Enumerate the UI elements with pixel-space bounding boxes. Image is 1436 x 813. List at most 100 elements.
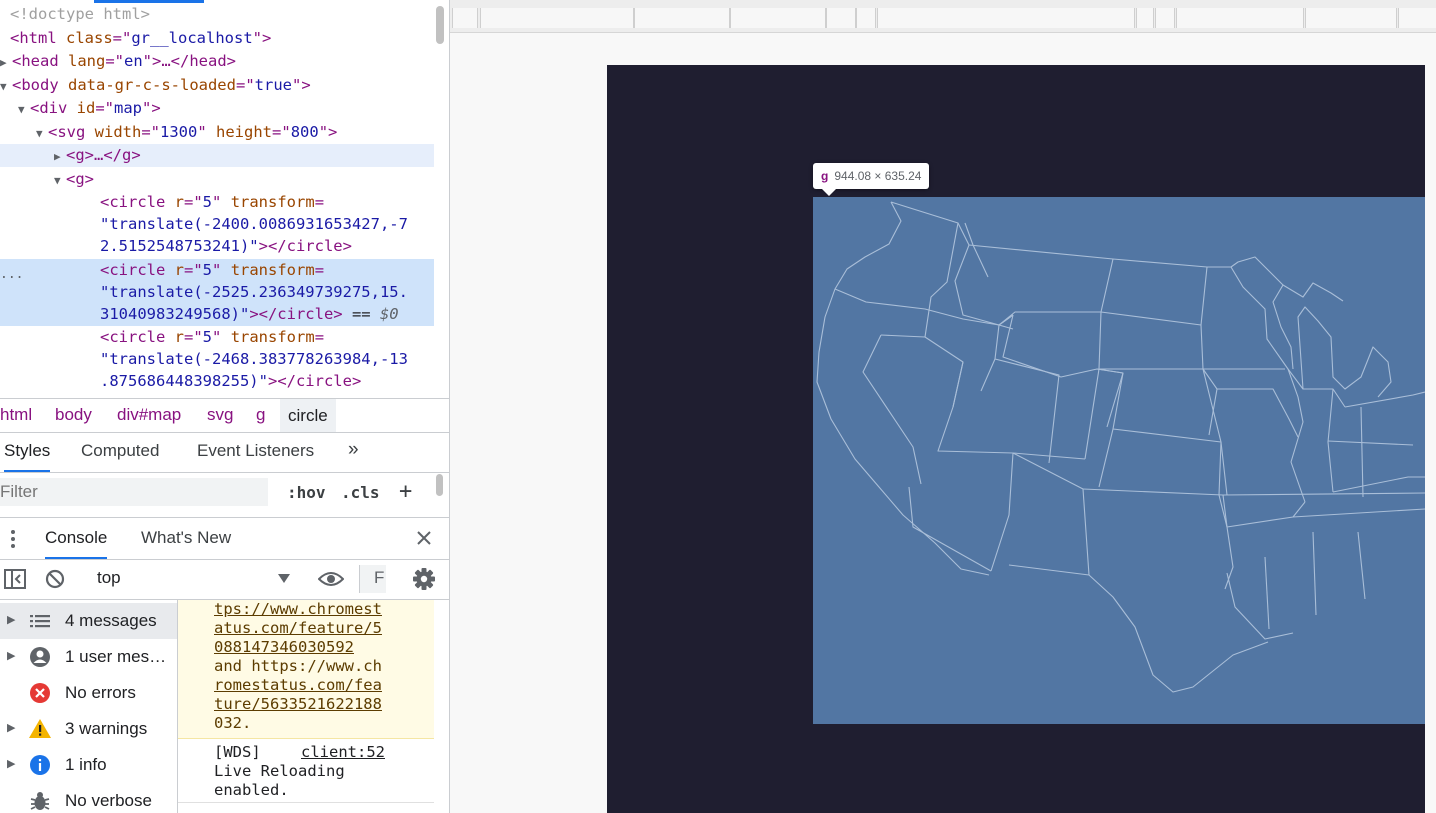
breadcrumb-svg[interactable]: svg [207, 405, 233, 425]
context-selector[interactable]: top [97, 568, 121, 588]
dom-token: map [114, 99, 143, 117]
dom-tree-line[interactable]: "translate(-2525.236349739275,15. [0, 281, 434, 304]
dom-token: =" [235, 76, 255, 94]
sidebar-item-user-messages[interactable]: ▶ 1 user mes… [0, 639, 177, 675]
sidebar-item-info[interactable]: ▶ 1 info [0, 747, 177, 783]
styles-filter-input[interactable] [0, 478, 268, 506]
hov-button[interactable]: :hov [287, 483, 326, 502]
sidebar-item-verbose[interactable]: No verbose [0, 783, 177, 813]
collapse-icon[interactable]: ▼ [36, 122, 48, 145]
dom-token: ></circle> [267, 372, 362, 390]
elements-tree[interactable]: <!doctype html> <html class="gr__localhos… [0, 0, 434, 397]
more-tabs-button[interactable]: » [348, 439, 359, 461]
tab-console[interactable]: Console [45, 528, 108, 559]
dom-tree-line[interactable]: <!doctype html> [0, 3, 434, 26]
warning-text-line[interactable]: atus.com/feature/5 [214, 619, 382, 638]
dom-token: "> [252, 29, 272, 47]
dom-tree-line[interactable]: ▼ <div id="map"> [0, 97, 434, 120]
warning-text-line[interactable]: 032. [214, 714, 251, 733]
dom-token: <!doctype html> [10, 5, 150, 23]
bug-icon [30, 792, 50, 810]
dom-token: r [174, 261, 184, 279]
tab-event-listeners[interactable]: Event Listeners [197, 441, 314, 461]
dom-tree-line[interactable]: ▼ <svg width="1300" height="800"> [0, 121, 434, 144]
expand-icon[interactable]: ▶ [0, 51, 12, 74]
close-icon[interactable] [416, 530, 432, 546]
tooltip-dimensions: 944.08 × 635.24 [834, 169, 922, 183]
dom-token: " [212, 328, 231, 346]
sidebar-item-warnings[interactable]: ▶ 3 warnings [0, 711, 177, 747]
breadcrumb-body[interactable]: body [55, 405, 92, 425]
console-filter-text: F [374, 568, 385, 587]
dom-token: ></circle> [249, 305, 343, 323]
collapse-icon[interactable]: ▼ [54, 169, 66, 192]
dom-tree-line[interactable]: .875686448398255)"></circle> [0, 370, 434, 393]
sidebar-item-label: 4 messages [65, 611, 157, 630]
dom-token: <g>…</g> [66, 146, 141, 164]
sidebar-item-messages[interactable]: ▶ 4 messages [0, 603, 177, 639]
collapse-icon[interactable]: ▼ [0, 75, 12, 98]
tab-computed[interactable]: Computed [81, 441, 159, 461]
warning-message: tps://www.chromest atus.com/feature/5 08… [178, 600, 434, 739]
warning-text-line[interactable]: ture/5633521622188 [214, 695, 382, 714]
dom-token: "> [318, 123, 338, 141]
console-messages[interactable]: tps://www.chromest atus.com/feature/5 08… [178, 600, 434, 813]
tab-styles[interactable]: Styles [4, 441, 51, 472]
tab-whats-new[interactable]: What's New [141, 528, 231, 548]
log-source-link[interactable]: client:52 [301, 743, 385, 762]
dom-token: width [94, 123, 142, 141]
dom-tree-line[interactable]: <html class="gr__localhost"> [0, 27, 434, 50]
breadcrumb-g[interactable]: g [256, 405, 265, 425]
drawer-menu-icon[interactable] [9, 529, 17, 549]
dom-token: =" [184, 193, 203, 211]
warning-text-line[interactable]: tps://www.chromest [214, 600, 382, 619]
breadcrumb-div-map[interactable]: div#map [117, 405, 181, 425]
us-map[interactable] [813, 197, 1425, 724]
dom-token: $0 [379, 305, 399, 323]
dom-tree-line[interactable]: ▼ <g> [0, 168, 434, 191]
new-style-rule-button[interactable]: + [399, 479, 412, 504]
warning-text-line[interactable]: romestatus.com/fea [214, 676, 382, 695]
log-message: [WDS] client:52 Live Reloading enabled. [178, 740, 434, 803]
dom-tree-line[interactable]: "translate(-2400.0086931653427,-7 [0, 213, 434, 236]
dom-tree-line[interactable]: "translate(-2468.383778263984,-13 [0, 348, 434, 371]
dom-tree-line[interactable]: ▼ <body data-gr-c-s-loaded="true"> [0, 74, 434, 97]
dom-token: <circle [100, 261, 175, 279]
sidebar-item-label: No verbose [65, 791, 152, 810]
styles-tab-bar: Styles Computed Event Listeners » [0, 432, 449, 473]
user-icon [30, 647, 50, 667]
gear-icon[interactable] [413, 568, 435, 590]
dom-tree-line[interactable]: 2.5152548753241)"></circle> [0, 235, 434, 258]
styles-scrollbar[interactable] [436, 474, 443, 496]
chevron-down-icon[interactable] [278, 574, 290, 583]
dom-token: 2.5152548753241)" [100, 237, 259, 255]
collapse-icon[interactable]: ▼ [18, 98, 30, 121]
warning-text-line[interactable]: and https://www.ch [214, 657, 382, 676]
dom-tree-line[interactable]: ▶ <g>…</g> [0, 144, 434, 167]
eye-icon[interactable] [318, 570, 344, 588]
dom-token: <circle [100, 328, 175, 346]
console-toolbar: top F [0, 559, 449, 600]
dom-token: 1300 [160, 123, 198, 141]
warning-text-line[interactable]: 088147346030592 [214, 638, 354, 657]
expand-icon: ▶ [7, 758, 16, 770]
dom-tree-line[interactable]: <circle r="5" transform= [0, 259, 434, 282]
sidebar-toggle-icon[interactable] [4, 569, 26, 589]
dom-tree-line[interactable]: <circle r="5" transform= [0, 191, 434, 214]
dom-tree-line[interactable]: 31040983249568)"></circle> == $0 [0, 303, 434, 326]
dom-token: r [174, 193, 184, 211]
expand-icon[interactable]: ▶ [54, 145, 66, 168]
dom-tree-line[interactable]: <circle r="5" transform= [0, 326, 434, 349]
cls-button[interactable]: .cls [341, 483, 380, 502]
elements-scrollbar[interactable] [436, 6, 444, 44]
dom-token: transform [230, 328, 315, 346]
dom-tree-line[interactable]: ▶ <head lang="en">…</head> [0, 50, 434, 73]
dom-token: =" [272, 123, 291, 141]
sidebar-item-errors[interactable]: No errors [0, 675, 177, 711]
breadcrumb-html[interactable]: html [0, 405, 32, 425]
log-text: Live Reloading [214, 762, 345, 780]
dom-token: transform [230, 193, 315, 211]
console-filter-input[interactable]: F [359, 565, 386, 593]
clear-console-icon[interactable] [45, 569, 65, 589]
breadcrumb-circle[interactable]: circle [280, 399, 336, 432]
